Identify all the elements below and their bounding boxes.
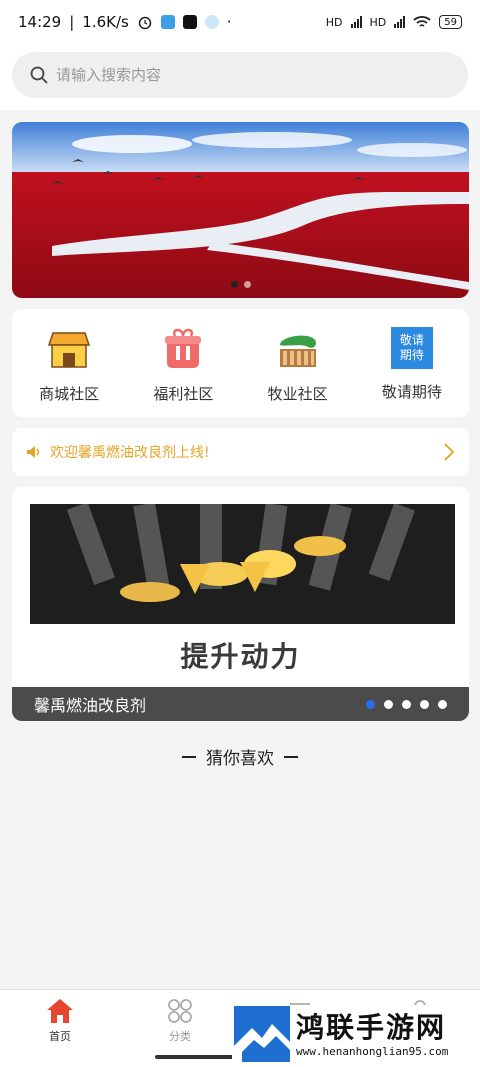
signal-icon-2 (394, 16, 406, 28)
product-dot[interactable] (438, 699, 447, 709)
farm-icon (276, 327, 320, 371)
notice-text: 欢迎馨禹燃油改良剂上线! (50, 445, 210, 461)
category-icon (168, 999, 192, 1023)
category-label: 福利社区 (153, 385, 214, 403)
wifi-icon (413, 16, 431, 27)
signal-icon (350, 16, 362, 28)
product-carousel[interactable]: 提升动力 馨禹燃油改良剂 (12, 487, 469, 721)
alarm-icon (138, 16, 152, 30)
shop-icon (47, 327, 91, 371)
watermark-logo (234, 1006, 290, 1062)
coming-soon-icon-line-1: 敬请 (399, 333, 424, 347)
site-watermark: 鸿联手游网 www.henanhonglian95.com (232, 1005, 470, 1063)
tiktok-icon (182, 15, 197, 29)
network-speed: 1.6K/s (82, 13, 129, 31)
category-label: 牧业社区 (267, 385, 328, 403)
product-dot[interactable] (420, 699, 429, 709)
coming-soon-icon-line-2: 期待 (399, 348, 424, 362)
banner-dot[interactable] (230, 281, 238, 288)
app-notification-icon-2 (204, 15, 219, 29)
banner-dot[interactable] (243, 281, 251, 288)
product-caption-bar: 馨禹燃油改良剂 (12, 687, 469, 721)
banner-image (12, 122, 469, 298)
search-input[interactable] (56, 66, 436, 84)
status-time: 14:29 (18, 13, 62, 31)
status-bar: 14:29 | 1.6K/s · HD HD 59 (0, 0, 480, 44)
search-box[interactable] (12, 52, 468, 98)
category-label: 敬请期待 (381, 383, 442, 401)
hd-label-2: HD (369, 15, 387, 29)
tab-label: 分类 (169, 1030, 191, 1043)
battery-indicator: 59 (439, 15, 462, 29)
category-welfare[interactable]: 福利社区 (126, 309, 240, 417)
title-dash-right (284, 755, 298, 758)
product-pagination (366, 699, 447, 709)
category-shop[interactable]: 商城社区 (12, 309, 126, 417)
home-icon (47, 999, 73, 1023)
product-caption: 馨禹燃油改良剂 (34, 696, 147, 715)
hd-label: HD (325, 15, 343, 29)
watermark-title: 鸿联手游网 (296, 1010, 447, 1044)
watermark-url: www.henanhonglian95.com (296, 1044, 449, 1058)
app-notification-icon (160, 15, 175, 29)
category-label: 商城社区 (39, 385, 100, 403)
category-coming-soon[interactable]: 敬请 期待 敬请期待 (355, 309, 469, 417)
section-title: 猜你喜欢 (0, 744, 480, 769)
gift-icon (161, 327, 205, 371)
category-grid: 商城社区 福利社区 牧业社区 敬请 期待 敬请期待 (12, 309, 469, 417)
speaker-icon (27, 446, 40, 458)
product-dot[interactable] (366, 699, 375, 709)
title-dash-left (182, 755, 196, 758)
notice-bar[interactable]: 欢迎馨禹燃油改良剂上线! (12, 428, 469, 476)
tab-home[interactable]: 首页 (0, 990, 120, 1067)
product-image (30, 504, 455, 624)
chevron-right-icon (444, 443, 455, 461)
search-icon (30, 66, 48, 84)
coming-soon-icon: 敬请 期待 (390, 327, 433, 369)
banner-carousel[interactable] (12, 122, 469, 298)
category-farm[interactable]: 牧业社区 (241, 309, 355, 417)
product-dot[interactable] (402, 699, 411, 709)
product-slogan: 提升动力 (180, 640, 301, 673)
product-dot[interactable] (384, 699, 393, 709)
banner-pagination (12, 281, 469, 288)
tab-label: 首页 (49, 1030, 71, 1043)
search-bar-container (0, 44, 480, 110)
section-title-text: 猜你喜欢 (206, 749, 274, 769)
